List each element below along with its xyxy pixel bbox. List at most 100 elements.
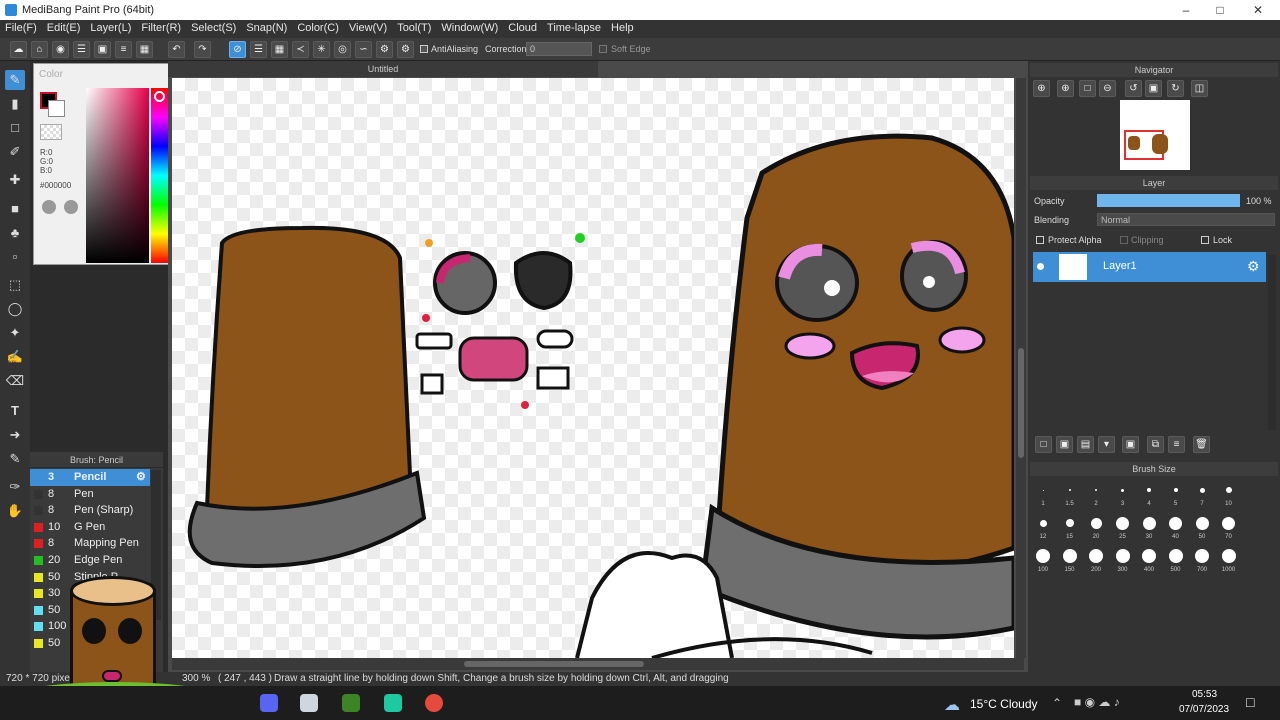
eyedropper-icon[interactable]: ✑ (5, 477, 25, 497)
grid-icon[interactable]: ▦ (136, 41, 153, 58)
brush-size-dot[interactable] (1068, 489, 1071, 491)
duplicate-layer-icon[interactable]: ⧉ (1147, 436, 1164, 453)
notification-icon[interactable]: □ (1246, 694, 1254, 710)
brush-size-dot[interactable] (1095, 489, 1097, 491)
menu-edit[interactable]: Edit(E) (42, 20, 86, 36)
divide-tool-icon[interactable]: ✎ (5, 449, 25, 469)
operation-tool-icon[interactable]: ➜ (5, 425, 25, 445)
close-button[interactable]: ✕ (1240, 0, 1276, 20)
hand-tool-icon[interactable]: ✋ (5, 501, 25, 521)
blending-select[interactable]: Normal (1097, 213, 1275, 226)
eye-icon[interactable] (1037, 263, 1044, 270)
brush-size-dot[interactable] (1039, 519, 1047, 527)
flip-icon[interactable]: ◫ (1191, 80, 1208, 97)
brush-size-dot[interactable] (1062, 549, 1077, 563)
menu-lines-icon[interactable]: ☰ (73, 41, 90, 58)
text-tool-icon[interactable]: T (5, 401, 25, 421)
palette-add-icon[interactable] (64, 200, 78, 214)
layer-settings-icon[interactable]: ⚙ (1247, 258, 1260, 275)
brush-size-dot[interactable] (1199, 487, 1205, 493)
brush-size-dot[interactable] (1169, 516, 1182, 530)
rotate-right-icon[interactable]: ↻ (1167, 80, 1184, 97)
parallel-snap-icon[interactable]: ☰ (250, 41, 267, 58)
new-8bit-layer-icon[interactable]: ▤ (1077, 436, 1094, 453)
chrome-icon[interactable] (425, 694, 443, 712)
menu-cloud[interactable]: Cloud (503, 20, 542, 36)
new-layer-icon[interactable]: □ (1035, 436, 1052, 453)
brush-size-dot[interactable] (1090, 517, 1102, 529)
correction-input[interactable]: 0 (526, 42, 592, 56)
app-icon-4[interactable] (384, 694, 402, 712)
brush-size-dot[interactable] (1089, 549, 1103, 563)
actual-size-icon[interactable]: ▣ (1145, 80, 1162, 97)
curve-snap-icon[interactable]: ∽ (355, 41, 372, 58)
radial-snap-icon[interactable]: ✳ (313, 41, 330, 58)
brush-size-dot[interactable] (1225, 487, 1232, 493)
antialiasing-checkbox[interactable] (420, 45, 428, 53)
layer-item[interactable]: Layer1 ⚙ (1033, 252, 1266, 282)
weather-text[interactable]: 15°C Cloudy (970, 697, 1038, 711)
gradient-tool-icon[interactable]: ▫ (5, 247, 25, 267)
merge-layer-icon[interactable]: ≡ (1168, 436, 1185, 453)
dot-brush-icon[interactable]: ✐ (5, 142, 25, 162)
folder-icon[interactable]: ▣ (1122, 436, 1139, 453)
select-eraser-icon[interactable]: ⌫ (5, 371, 25, 391)
fit-icon[interactable]: □ (1079, 80, 1096, 97)
saturation-value-picker[interactable] (86, 88, 149, 263)
snap-off-icon[interactable]: ⊘ (229, 41, 246, 58)
list-icon[interactable]: ≡ (115, 41, 132, 58)
hue-handle[interactable] (154, 91, 165, 102)
brush-item[interactable]: 8 Pen (30, 486, 150, 503)
background-color-swatch[interactable] (48, 100, 65, 117)
brush-size-dot[interactable] (1042, 489, 1044, 491)
navigator-thumbnail[interactable] (1120, 100, 1190, 170)
minecraft-icon[interactable] (342, 694, 360, 712)
eraser-tool-icon[interactable]: ▮ (5, 94, 25, 114)
bucket-tool-icon[interactable]: ♣ (5, 223, 25, 243)
cloud-icon[interactable]: ☁ (10, 41, 27, 58)
protect-alpha-checkbox[interactable] (1036, 236, 1044, 244)
delete-layer-icon[interactable]: 🗑 (1193, 436, 1210, 453)
snap-config-icon[interactable]: ⚙ (397, 41, 414, 58)
fill-rect-icon[interactable]: ■ (5, 199, 25, 219)
menu-view[interactable]: View(V) (344, 20, 392, 36)
redo-icon[interactable]: ↷ (194, 41, 211, 58)
discord-icon[interactable] (260, 694, 278, 712)
vertical-scroll-thumb[interactable] (1018, 348, 1024, 458)
menu-filter[interactable]: Filter(R) (136, 20, 186, 36)
brush-item[interactable]: 10 G Pen (30, 519, 150, 536)
menu-time-lapse[interactable]: Time-lapse (542, 20, 606, 36)
clipping-checkbox[interactable] (1120, 236, 1128, 244)
brush-size-dot[interactable] (1168, 549, 1183, 563)
soft-edge-checkbox[interactable] (599, 45, 607, 53)
magic-wand-icon[interactable]: ✦ (5, 323, 25, 343)
circle-snap-icon[interactable]: ◎ (334, 41, 351, 58)
menu-snap[interactable]: Snap(N) (241, 20, 292, 36)
lock-checkbox[interactable] (1201, 236, 1209, 244)
brush-item[interactable]: 8 Mapping Pen (30, 535, 150, 552)
brush-size-dot[interactable] (1195, 516, 1209, 530)
menu-window[interactable]: Window(W) (436, 20, 503, 36)
select-tool-icon[interactable]: ⬚ (5, 275, 25, 295)
brush-item[interactable]: 8 Pen (Sharp) (30, 502, 150, 519)
brush-tool-icon[interactable]: ✎ (5, 70, 25, 90)
brush-size-dot[interactable] (1173, 488, 1178, 492)
brush-item[interactable]: 3 Pencil ⚙ (30, 469, 150, 486)
maximize-button[interactable]: □ (1202, 0, 1238, 20)
brush-size-dot[interactable] (1121, 488, 1124, 492)
canvas-horizontal-scrollbar[interactable] (172, 658, 1024, 670)
menu-tool[interactable]: Tool(T) (392, 20, 436, 36)
menu-layer[interactable]: Layer(L) (85, 20, 136, 36)
brush-size-dot[interactable] (1195, 549, 1209, 563)
horizontal-scroll-thumb[interactable] (464, 661, 644, 667)
brush-size-dot[interactable] (1142, 516, 1156, 530)
rectangle-tool-icon[interactable]: □ (5, 118, 25, 138)
brush-item[interactable]: 20 Edge Pen (30, 552, 150, 569)
brush-size-dot[interactable] (1222, 516, 1235, 530)
vanish-snap-icon[interactable]: ≺ (292, 41, 309, 58)
minimize-button[interactable]: – (1168, 0, 1204, 20)
menu-color[interactable]: Color(C) (292, 20, 344, 36)
select-pen-icon[interactable]: ✍ (5, 347, 25, 367)
zoom-out-icon[interactable]: ⊖ (1099, 80, 1116, 97)
undo-icon[interactable]: ↶ (168, 41, 185, 58)
